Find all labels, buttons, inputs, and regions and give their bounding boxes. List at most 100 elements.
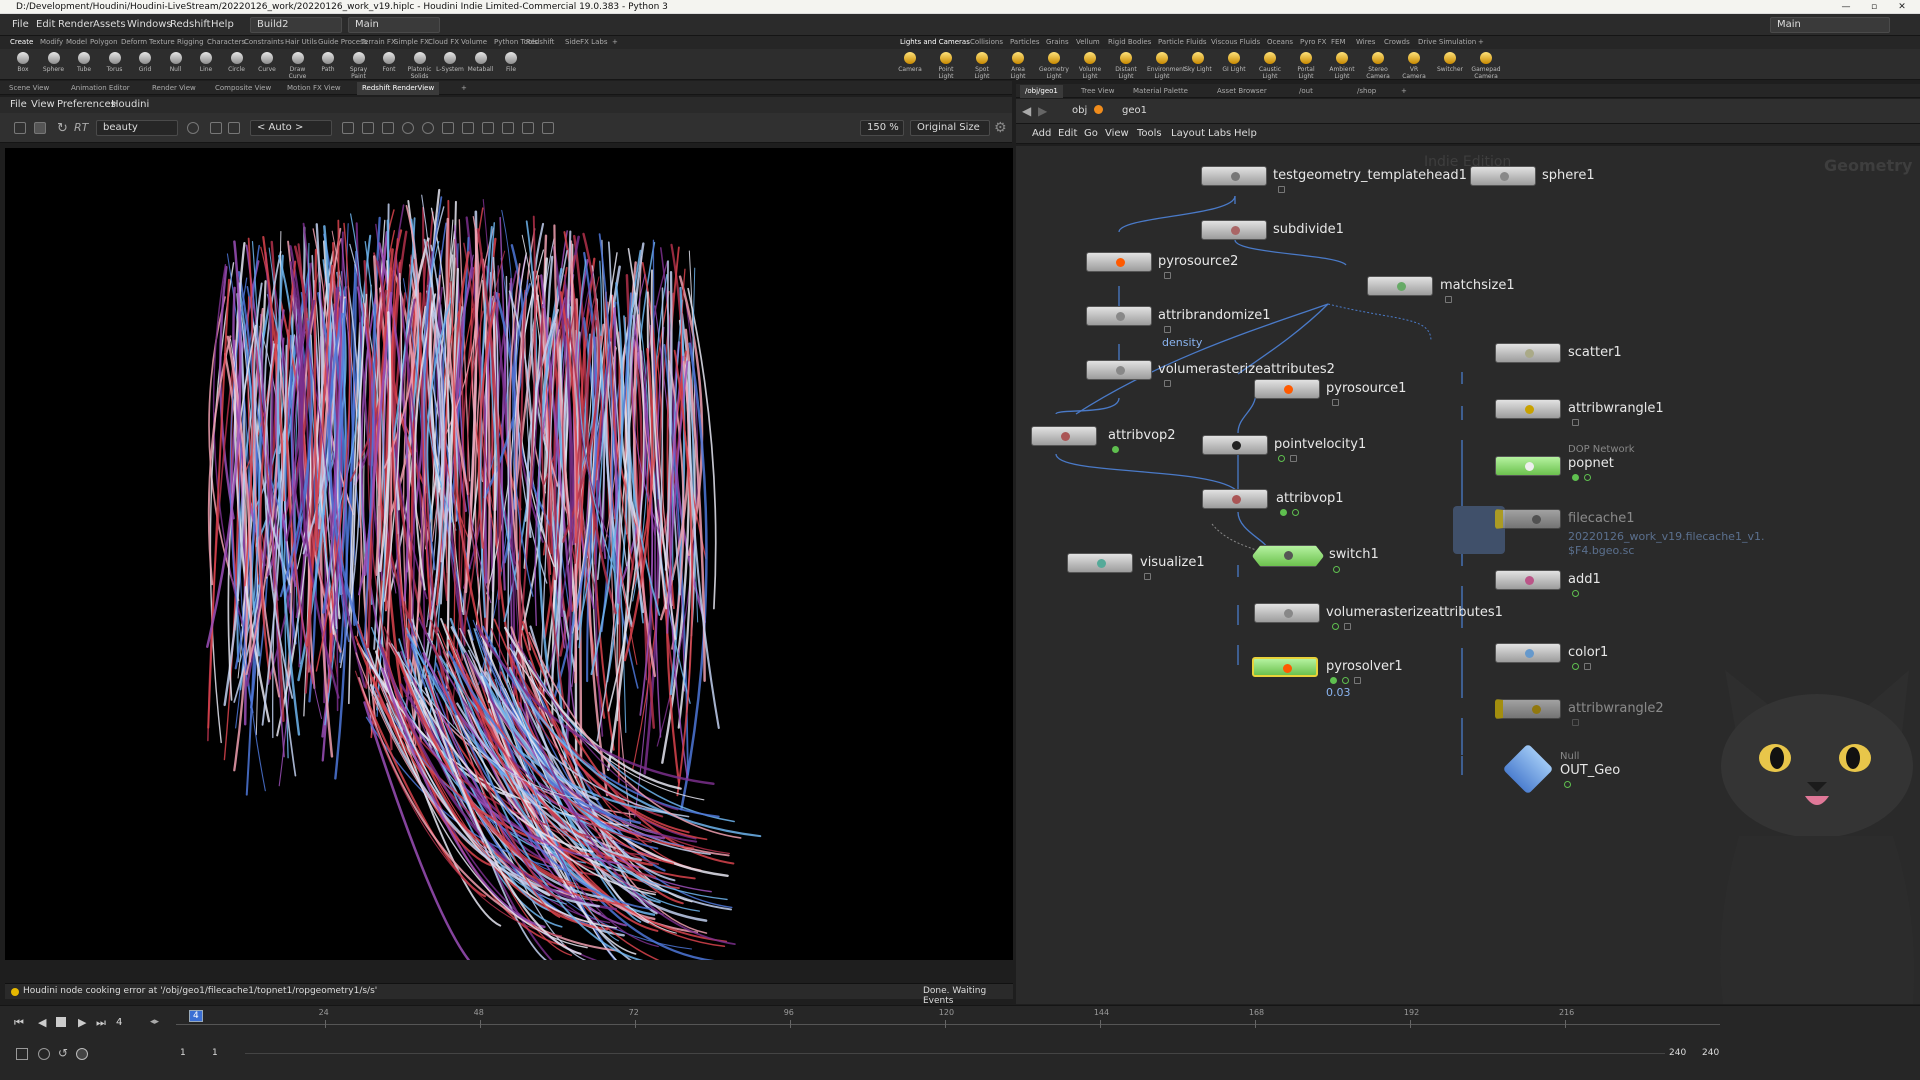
path-obj[interactable]: obj [1072, 105, 1087, 116]
node-visualize[interactable] [1067, 553, 1133, 573]
left-tab-4[interactable]: Motion FX View [282, 82, 346, 95]
pan-icon[interactable] [382, 122, 394, 134]
net-menu-go[interactable]: Go [1084, 128, 1098, 139]
shelf-tab-17[interactable]: SideFX Labs [565, 38, 607, 46]
jump-start-icon[interactable]: ⏮ [14, 1016, 24, 1030]
node-sphere[interactable] [1470, 166, 1536, 186]
shelf-tab-1[interactable]: Modify [40, 38, 63, 46]
shelf-tab-right-5[interactable]: Rigid Bodies [1108, 38, 1151, 46]
tool-portal-light[interactable]: Portal Light [1291, 51, 1321, 80]
tool-gi-light[interactable]: GI Light [1219, 51, 1249, 79]
tool-stereo-camera[interactable]: Stereo Camera [1363, 51, 1393, 80]
shelf-tab-5[interactable]: Texture [149, 38, 175, 46]
timeline-track[interactable] [176, 1024, 1720, 1025]
vp-menu-view[interactable]: View [31, 99, 55, 110]
net-menu-add[interactable]: Add [1032, 128, 1051, 139]
shelf-tab-right-1[interactable]: Collisions [970, 38, 1003, 46]
node-volumerasterize1[interactable] [1254, 603, 1320, 623]
lock-icon[interactable] [1164, 272, 1171, 279]
lock-icon[interactable] [1445, 296, 1452, 303]
shelf-tab-right-12[interactable]: Crowds [1384, 38, 1410, 46]
tool-volume-light[interactable]: Volume Light [1075, 51, 1105, 80]
lock-icon[interactable] [1164, 380, 1171, 387]
shelf-tab-16[interactable]: Redshift [526, 38, 554, 46]
tool-path[interactable]: Path [313, 51, 343, 79]
tool-tube[interactable]: Tube [69, 51, 99, 79]
lock-icon[interactable] [1278, 186, 1285, 193]
loop-icon[interactable]: ↺ [58, 1046, 68, 1060]
shelf-tab-right-9[interactable]: Pyro FX [1300, 38, 1326, 46]
flag-dot[interactable] [1332, 623, 1339, 630]
shelf-tab-right-7[interactable]: Viscous Fluids [1211, 38, 1260, 46]
end-frame[interactable]: 240 [1669, 1048, 1686, 1058]
desktop-selector[interactable]: Main [348, 17, 440, 33]
flag-dot[interactable] [1280, 509, 1287, 516]
tool-sky-light[interactable]: Sky Light [1183, 51, 1213, 79]
settings-gear-icon[interactable]: ⚙ [994, 120, 1007, 136]
left-tab-0[interactable]: Scene View [4, 82, 54, 95]
vp-menu-preferences[interactable]: Preferences [57, 99, 116, 110]
node-add[interactable] [1495, 570, 1561, 590]
lock-icon[interactable] [1344, 623, 1351, 630]
tool-metaball[interactable]: Metaball [466, 51, 496, 79]
left-tab-6[interactable]: + [456, 82, 472, 95]
vp-menu-houdini[interactable]: Houdini [111, 99, 149, 110]
realtime-toggle-icon[interactable] [16, 1048, 28, 1060]
tool-geometry-light[interactable]: Geometry Light [1039, 51, 1069, 80]
forward-arrow-icon[interactable]: ▶ [1038, 104, 1047, 118]
flag-dot[interactable] [1333, 566, 1340, 573]
tool-torus[interactable]: Torus [100, 51, 130, 79]
right-desktop-selector[interactable]: Main [1770, 17, 1890, 33]
aov-selector[interactable]: beauty [96, 120, 178, 136]
shelf-tab-11[interactable]: Terrain FX [361, 38, 396, 46]
play-reverse-icon[interactable]: ◀ [38, 1016, 46, 1029]
tool-vr-camera[interactable]: VR Camera [1399, 51, 1429, 80]
shelf-tab-3[interactable]: Polygon [90, 38, 118, 46]
tool-grid[interactable]: Grid [130, 51, 160, 79]
snapshot-icon[interactable] [187, 122, 199, 134]
render-viewport[interactable] [5, 148, 1013, 960]
left-tab-5[interactable]: Redshift RenderView [357, 82, 440, 95]
build-selector[interactable]: Build2 [250, 17, 342, 33]
tool-box[interactable]: Box [8, 51, 38, 79]
node-attribwrangle2[interactable] [1495, 699, 1561, 719]
tool-line[interactable]: Line [191, 51, 221, 79]
grid-toggle-icon[interactable] [210, 122, 222, 134]
tool-environment-light[interactable]: Environment Light [1147, 51, 1185, 80]
shelf-tab-7[interactable]: Characters [207, 38, 245, 46]
size-mode-selector[interactable]: Original Size [910, 120, 990, 136]
network-editor[interactable]: Indie Edition Geometry testgeometry_temp… [1016, 146, 1920, 1004]
tool-font[interactable]: Font [374, 51, 404, 79]
net-menu-view[interactable]: View [1105, 128, 1129, 139]
lock-icon[interactable] [1584, 663, 1591, 670]
node-scatter[interactable] [1495, 343, 1561, 363]
tool-ambient-light[interactable]: Ambient Light [1327, 51, 1357, 80]
right-tab-6[interactable]: + [1396, 85, 1412, 98]
tool-switcher[interactable]: Switcher [1435, 51, 1465, 79]
flag-dot[interactable] [1572, 590, 1579, 597]
flag-dot[interactable] [1278, 455, 1285, 462]
stop-render-icon[interactable] [34, 122, 46, 134]
lock-icon[interactable] [1332, 399, 1339, 406]
flag-dot[interactable] [1292, 509, 1299, 516]
close-icon[interactable]: ✕ [1890, 0, 1914, 14]
menu-render[interactable]: Render [58, 19, 94, 30]
node-pyrosource1[interactable] [1254, 379, 1320, 399]
menu-edit[interactable]: Edit [36, 19, 55, 30]
left-tab-3[interactable]: Composite View [210, 82, 276, 95]
tool-spray-paint[interactable]: Spray Paint [344, 51, 374, 80]
node-attribwrangle1[interactable] [1495, 399, 1561, 419]
stop-icon[interactable] [56, 1017, 66, 1027]
compare-icon[interactable] [542, 122, 554, 134]
node-pyrosource2[interactable] [1086, 252, 1152, 272]
shelf-tab-right-6[interactable]: Particle Fluids [1158, 38, 1207, 46]
shelf-tab-8[interactable]: Constraints [244, 38, 284, 46]
node-attribvop2[interactable] [1031, 426, 1097, 446]
flag-dot[interactable] [1564, 781, 1571, 788]
node-attribrandomize[interactable] [1086, 306, 1152, 326]
node-pyrosolver[interactable] [1252, 657, 1318, 677]
right-tab-1[interactable]: Tree View [1076, 85, 1119, 98]
zoom-icon[interactable] [402, 122, 414, 134]
tool-null[interactable]: Null [161, 51, 191, 79]
tool-point-light[interactable]: Point Light [931, 51, 961, 80]
